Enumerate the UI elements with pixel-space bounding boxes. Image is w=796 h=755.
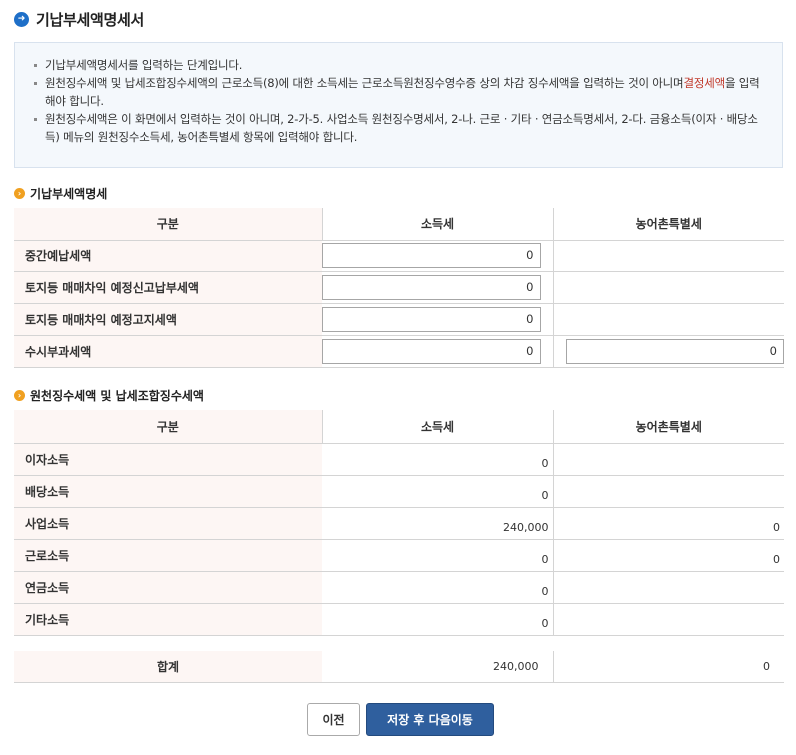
rural-tax-value bbox=[552, 443, 784, 476]
section-title-text: 원천징수세액 및 납세조합징수세액 bbox=[30, 388, 204, 403]
info-text: 기납부세액명세서를 입력하는 단계입니다. bbox=[45, 58, 243, 72]
income-tax-value: 0 bbox=[322, 539, 553, 572]
table-row: 토지등 매매차익 예정고지세액 0 bbox=[14, 303, 784, 336]
row-label: 중간예납세액 bbox=[14, 240, 322, 272]
section-title-text: 기납부세액명세 bbox=[30, 186, 108, 201]
occasional-assessment-income-tax-input[interactable]: 0 bbox=[322, 338, 541, 364]
occasional-assessment-rural-tax-input[interactable]: 0 bbox=[565, 338, 784, 364]
page-title: ➜ 기납부세액명세서 bbox=[14, 8, 144, 30]
income-tax-value: 0 bbox=[322, 603, 553, 636]
header-category: 구분 bbox=[14, 410, 322, 444]
row-label: 토지등 매매차익 예정고지세액 bbox=[14, 303, 322, 336]
chevron-right-circle-icon: › bbox=[14, 389, 25, 401]
land-sale-notified-income-tax-input[interactable]: 0 bbox=[322, 306, 541, 332]
row-label: 사업소득 bbox=[14, 507, 322, 540]
rural-tax-value bbox=[552, 603, 784, 636]
info-box: 기납부세액명세서를 입력하는 단계입니다. 원천징수세액 및 납세조합징수세액의… bbox=[14, 42, 783, 168]
arrow-right-circle-icon: ➜ bbox=[14, 11, 29, 27]
income-tax-value: 0 bbox=[322, 475, 553, 508]
chevron-right-circle-icon: › bbox=[14, 187, 25, 199]
empty-cell bbox=[552, 303, 784, 336]
total-rural-tax: 0 bbox=[552, 651, 784, 683]
row-label: 수시부과세액 bbox=[14, 335, 322, 368]
income-tax-value: 0 bbox=[322, 443, 553, 476]
rural-tax-value: 0 bbox=[552, 539, 784, 572]
table-header-row: 구분 소득세 농어촌특별세 bbox=[14, 410, 784, 444]
info-text: 원천징수세액 및 납세조합징수세액의 근로소득(8)에 대한 소득세는 근로소득… bbox=[45, 76, 684, 90]
save-and-next-button[interactable]: 저장 후 다음이동 bbox=[366, 703, 494, 736]
table-row: 기타소득 0 bbox=[14, 603, 784, 636]
section-title-prepaid: › 기납부세액명세 bbox=[14, 185, 107, 201]
table-row: 중간예납세액 0 bbox=[14, 240, 784, 272]
table-header-row: 구분 소득세 농어촌특별세 bbox=[14, 208, 784, 241]
land-sale-declared-income-tax-input[interactable]: 0 bbox=[322, 274, 541, 300]
interim-prepaid-income-tax-input[interactable]: 0 bbox=[322, 243, 541, 268]
row-label: 연금소득 bbox=[14, 571, 322, 604]
empty-cell bbox=[552, 240, 784, 272]
spacer-row bbox=[14, 635, 784, 651]
row-label: 근로소득 bbox=[14, 539, 322, 572]
prepaid-tax-table: 구분 소득세 농어촌특별세 중간예납세액 0 토지등 매매차익 예정신고납부세액… bbox=[14, 208, 784, 368]
info-item: 기납부세액명세서를 입력하는 단계입니다. bbox=[33, 56, 768, 74]
header-category: 구분 bbox=[14, 208, 322, 241]
row-label: 배당소득 bbox=[14, 475, 322, 508]
table-row: 수시부과세액 0 0 bbox=[14, 335, 784, 368]
header-income-tax: 소득세 bbox=[321, 208, 553, 241]
info-highlight: 결정세액 bbox=[683, 76, 725, 90]
row-label: 이자소득 bbox=[14, 443, 322, 476]
rural-tax-value bbox=[552, 571, 784, 604]
info-text: 원천징수세액은 이 화면에서 입력하는 것이 아니며, 2-가-5. 사업소득 … bbox=[45, 112, 758, 144]
table-row: 토지등 매매차익 예정신고납부세액 0 bbox=[14, 271, 784, 304]
header-rural-tax: 농어촌특별세 bbox=[552, 410, 784, 444]
table-row: 이자소득 0 bbox=[14, 443, 784, 476]
page-title-text: 기납부세액명세서 bbox=[36, 10, 145, 29]
table-row: 근로소득 0 0 bbox=[14, 539, 784, 572]
info-item: 원천징수세액은 이 화면에서 입력하는 것이 아니며, 2-가-5. 사업소득 … bbox=[33, 110, 768, 146]
table-row: 연금소득 0 bbox=[14, 571, 784, 604]
income-tax-value: 0 bbox=[322, 571, 553, 604]
total-label: 합계 bbox=[14, 651, 322, 683]
table-row: 배당소득 0 bbox=[14, 475, 784, 508]
prev-button[interactable]: 이전 bbox=[307, 703, 360, 736]
rural-tax-value bbox=[552, 475, 784, 508]
withholding-tax-table: 구분 소득세 농어촌특별세 이자소득 0 배당소득 0 사업소득 240,000… bbox=[14, 410, 784, 683]
income-tax-value: 240,000 bbox=[322, 507, 553, 540]
total-row: 합계 240,000 0 bbox=[14, 651, 784, 683]
empty-cell bbox=[552, 271, 784, 304]
header-rural-tax: 농어촌특별세 bbox=[552, 208, 784, 241]
info-item: 원천징수세액 및 납세조합징수세액의 근로소득(8)에 대한 소득세는 근로소득… bbox=[33, 74, 768, 110]
row-label: 토지등 매매차익 예정신고납부세액 bbox=[14, 271, 322, 304]
rural-tax-value: 0 bbox=[552, 507, 784, 540]
row-label: 기타소득 bbox=[14, 603, 322, 636]
table-row: 사업소득 240,000 0 bbox=[14, 507, 784, 540]
section-title-withholding: › 원천징수세액 및 납세조합징수세액 bbox=[14, 387, 204, 403]
total-income-tax: 240,000 bbox=[322, 651, 553, 683]
header-income-tax: 소득세 bbox=[321, 410, 553, 444]
